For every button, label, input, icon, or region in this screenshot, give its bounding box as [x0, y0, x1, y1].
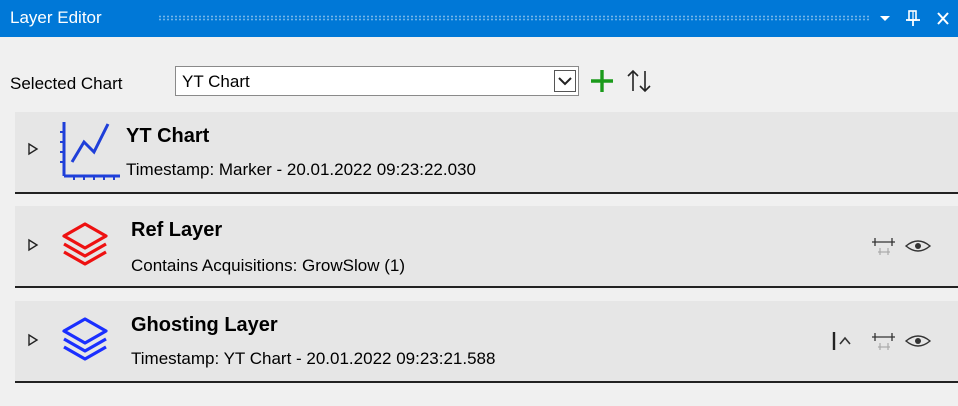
anchor-icon[interactable] — [830, 329, 854, 358]
selected-chart-label: Selected Chart — [10, 74, 123, 93]
eye-icon[interactable] — [904, 331, 932, 356]
layers-icon — [60, 220, 110, 273]
layer-name: Ref Layer — [131, 219, 223, 241]
title-grip[interactable] — [158, 15, 870, 21]
layer-name: Ghosting Layer — [131, 314, 278, 336]
layer-subtitle: Timestamp: YT Chart - 20.01.2022 09:23:2… — [131, 349, 496, 368]
chart-selector-bar: Selected Chart YT Chart — [0, 62, 958, 102]
dropdown-icon[interactable] — [874, 6, 896, 30]
title-bar: Layer Editor — [0, 0, 958, 37]
layer-name: YT Chart — [126, 125, 210, 147]
chevron-down-icon[interactable] — [554, 70, 576, 92]
selected-chart-dropdown[interactable]: YT Chart — [175, 66, 579, 96]
sort-icon[interactable] — [624, 67, 654, 100]
expand-arrow-icon[interactable] — [27, 333, 39, 352]
layer-subtitle: Contains Acquisitions: GrowSlow (1) — [131, 256, 406, 275]
plus-icon[interactable] — [588, 67, 616, 100]
window-title: Layer Editor — [10, 8, 102, 27]
selected-chart-value: YT Chart — [182, 72, 250, 91]
layer-row-ghosting-layer[interactable]: Ghosting Layer Timestamp: YT Chart - 20.… — [15, 301, 958, 383]
expand-arrow-icon[interactable] — [27, 142, 39, 161]
measure-range-icon[interactable] — [870, 329, 898, 358]
layer-row-ref-layer[interactable]: Ref Layer Contains Acquisitions: GrowSlo… — [15, 206, 958, 288]
close-icon[interactable] — [932, 6, 954, 30]
line-chart-icon — [52, 118, 122, 187]
layer-row-yt-chart[interactable]: YT Chart Timestamp: Marker - 20.01.2022 … — [15, 112, 958, 194]
eye-icon[interactable] — [904, 236, 932, 261]
pin-icon[interactable] — [902, 6, 924, 30]
layer-subtitle: Timestamp: Marker - 20.01.2022 09:23:22.… — [126, 160, 476, 179]
layers-icon — [60, 315, 110, 368]
expand-arrow-icon[interactable] — [27, 238, 39, 257]
measure-range-icon[interactable] — [870, 234, 898, 263]
